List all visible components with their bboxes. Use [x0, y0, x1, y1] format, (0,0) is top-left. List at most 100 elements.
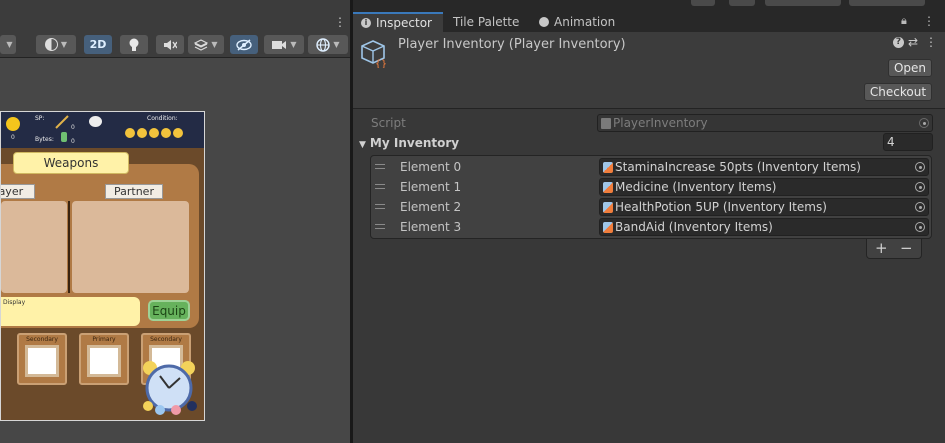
coin-icon [6, 117, 20, 131]
lighting-toggle-button[interactable] [120, 35, 148, 54]
list-item[interactable]: Element 2 HealthPotion 5UP (Inventory It… [370, 197, 932, 217]
audio-toggle-button[interactable] [156, 35, 184, 54]
slot-label: Primary [92, 336, 116, 343]
condition-label: Condition: [147, 115, 178, 122]
help-icon[interactable]: ? [893, 37, 904, 48]
scene-view: ⋮ ▼ ▼ 2D ▼ ▼ ▼ 0 SP: 0 Bytes: 0 Conditio… [0, 0, 350, 443]
drag-handle-icon[interactable] [375, 184, 385, 189]
element-label: Element 3 [400, 220, 462, 234]
item-display: Display [1, 297, 140, 326]
object-title: Player Inventory (Player Inventory) [398, 37, 626, 52]
list-footer: + − [866, 239, 922, 259]
condition-faces [125, 128, 183, 138]
scriptable-object-icon [603, 201, 613, 213]
kebab-menu-icon[interactable]: ⋮ [923, 14, 935, 28]
bytes-value: 0 [71, 138, 75, 145]
element-value: HealthPotion 5UP (Inventory Items) [615, 200, 827, 214]
my-inventory-foldout[interactable]: ▼ My Inventory [359, 136, 459, 150]
tool-dropdown[interactable]: ▼ [0, 35, 16, 54]
game-canvas[interactable]: 0 SP: 0 Bytes: 0 Condition: Weapons Play… [0, 111, 205, 421]
script-value: PlayerInventory [613, 116, 708, 130]
2d-toggle-button[interactable]: 2D [84, 35, 112, 54]
script-file-icon [601, 117, 611, 129]
scene-toolbar: ▼ ▼ 2D ▼ ▼ ▼ [0, 32, 350, 58]
scene-top-strip [0, 0, 350, 14]
lock-icon[interactable]: 🔒︎ [901, 14, 907, 28]
partner-label: Partner [105, 184, 163, 199]
kebab-menu-icon[interactable]: ⋮ [925, 35, 937, 49]
foldout-arrow-icon: ▼ [359, 140, 366, 150]
element-value: StaminaIncrease 50pts (Inventory Items) [615, 160, 861, 174]
info-icon: i [361, 18, 371, 28]
player-slot[interactable] [1, 201, 67, 293]
partner-slot[interactable] [72, 201, 189, 293]
history-button[interactable] [691, 0, 715, 6]
open-button[interactable]: Open [888, 59, 932, 77]
gizmos-dropdown[interactable]: ▼ [308, 35, 348, 54]
kebab-menu-icon[interactable]: ⋮ [334, 15, 346, 29]
scene-tab-row: ⋮ [0, 14, 350, 32]
scene-visibility-toggle[interactable] [230, 35, 258, 54]
bytes-icon [61, 132, 67, 142]
tab-label: Tile Palette [453, 15, 520, 29]
slot-inner [87, 345, 121, 377]
script-label: Script [371, 116, 406, 130]
layout-dropdown[interactable] [849, 0, 925, 6]
element-label: Element 0 [400, 160, 462, 174]
scriptable-object-icon [603, 181, 613, 193]
drag-handle-icon[interactable] [375, 164, 385, 169]
sp-label: SP: [35, 115, 45, 122]
tab-inspector[interactable]: i Inspector [353, 12, 443, 32]
effects-dropdown[interactable]: ▼ [188, 35, 224, 54]
search-button[interactable] [729, 0, 755, 6]
object-picker-icon[interactable] [915, 202, 925, 212]
tab-label: Animation [554, 15, 616, 29]
layers-dropdown[interactable] [765, 0, 841, 6]
list-size-input[interactable]: 4 [883, 133, 933, 151]
object-picker-icon [919, 118, 929, 128]
face-icon [137, 128, 147, 138]
slot-divider [68, 201, 70, 293]
checkout-button[interactable]: Checkout [864, 83, 932, 101]
add-element-button[interactable]: + [875, 239, 888, 257]
camera-dropdown[interactable]: ▼ [264, 35, 304, 54]
inspector-header: {} Player Inventory (Player Inventory) ?… [353, 32, 945, 109]
element-object-field[interactable]: StaminaIncrease 50pts (Inventory Items) [599, 158, 929, 176]
element-object-field[interactable]: BandAid (Inventory Items) [599, 218, 929, 236]
bytes-label: Bytes: [35, 136, 54, 143]
slot-label: Secondary [150, 336, 182, 343]
object-picker-icon[interactable] [915, 222, 925, 232]
face-icon [149, 128, 159, 138]
weapons-title: Weapons [13, 152, 129, 174]
tab-animation[interactable]: Animation [539, 12, 639, 32]
secondary-slot-left[interactable]: Secondary [17, 333, 67, 385]
face-icon [161, 128, 171, 138]
drag-handle-icon[interactable] [375, 204, 385, 209]
list-item[interactable]: Element 1 Medicine (Inventory Items) [370, 177, 932, 197]
element-label: Element 1 [400, 180, 462, 194]
animation-clock-icon [539, 17, 549, 27]
tab-label: Inspector [376, 16, 432, 30]
list-item[interactable]: Element 3 BandAid (Inventory Items) [370, 217, 932, 237]
gizmos-globe-icon [316, 37, 331, 52]
slot-inner [25, 345, 59, 377]
object-picker-icon[interactable] [915, 162, 925, 172]
slot-label: Secondary [26, 336, 58, 343]
tab-tile-palette[interactable]: Tile Palette [453, 12, 533, 32]
drag-handle-icon[interactable] [375, 224, 385, 229]
equip-button[interactable]: Equip [148, 300, 190, 321]
primary-slot[interactable]: Primary [79, 333, 129, 385]
player-label: Player [1, 184, 35, 199]
element-object-field[interactable]: HealthPotion 5UP (Inventory Items) [599, 198, 929, 216]
element-label: Element 2 [400, 200, 462, 214]
object-picker-icon[interactable] [915, 182, 925, 192]
inspector-panel: i Inspector Tile Palette Animation 🔒︎ ⋮ … [353, 0, 945, 443]
list-item[interactable]: Element 0 StaminaIncrease 50pts (Invento… [370, 157, 932, 177]
coin-count: 0 [11, 134, 15, 141]
remove-element-button[interactable]: − [900, 239, 913, 257]
shading-mode-dropdown[interactable]: ▼ [36, 35, 76, 54]
editor-top-strip [353, 0, 945, 12]
presets-icon[interactable]: ⇄ [908, 35, 918, 49]
element-object-field[interactable]: Medicine (Inventory Items) [599, 178, 929, 196]
element-value: Medicine (Inventory Items) [615, 180, 777, 194]
